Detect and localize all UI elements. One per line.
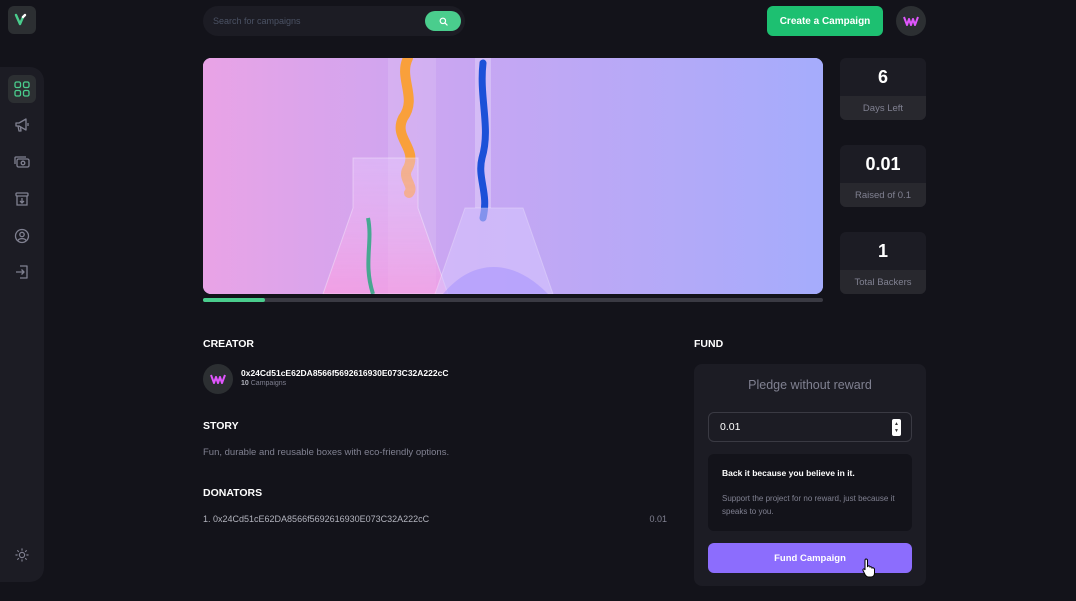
- stat-value: 1: [877, 240, 888, 261]
- profile-icon: [14, 228, 30, 244]
- search-button[interactable]: [425, 11, 461, 31]
- story-heading: Story: [203, 420, 239, 432]
- stat-label: Raised of 0.1: [840, 183, 926, 207]
- stat-raised: 0.01 Raised of 0.1: [840, 145, 926, 207]
- avatar-logo-icon: [903, 16, 919, 26]
- fund-heading: Fund: [694, 338, 724, 350]
- creator-avatar: [203, 364, 233, 394]
- theme-toggle[interactable]: [8, 541, 36, 569]
- sidebar: [0, 67, 44, 582]
- hand-cursor-icon: [862, 558, 875, 578]
- stat-days-left: 6 Days Left: [840, 58, 926, 120]
- payment-icon: [14, 156, 30, 168]
- donator-amount: 0.01: [649, 514, 667, 524]
- app-logo[interactable]: [8, 6, 36, 34]
- stat-backers: 1 Total Backers: [840, 232, 926, 294]
- sidebar-item-profile[interactable]: [8, 222, 36, 250]
- amount-input[interactable]: 0.01 ▲ ▼: [708, 412, 912, 442]
- amount-value: 0.01: [720, 421, 741, 433]
- believe-text: Support the project for no reward, just …: [722, 494, 895, 516]
- stat-label: Days Left: [840, 96, 926, 120]
- sidebar-item-payment[interactable]: [8, 148, 36, 176]
- creator-address: 0x24Cd51cE62DA8566f5692616930E073C32A222…: [241, 368, 449, 378]
- campaign-image: [203, 58, 823, 294]
- stepper-down-icon: ▼: [894, 427, 899, 434]
- believe-card: Back it because you believe in it. Suppo…: [708, 454, 912, 531]
- withdraw-icon: [15, 192, 29, 206]
- megaphone-icon: [15, 118, 29, 132]
- sidebar-item-dashboard[interactable]: [8, 75, 36, 103]
- logout-icon: [16, 265, 28, 279]
- search-icon: [439, 17, 448, 26]
- sidebar-item-campaigns[interactable]: [8, 111, 36, 139]
- stat-value: 6: [877, 66, 888, 87]
- dashboard-icon: [14, 81, 30, 97]
- amount-stepper[interactable]: ▲ ▼: [892, 419, 901, 436]
- pledge-title: Pledge without reward: [748, 378, 872, 392]
- sidebar-item-logout[interactable]: [8, 258, 36, 286]
- campaign-count-suffix: Campaigns: [250, 380, 287, 387]
- donators-heading: Donators: [203, 487, 263, 499]
- user-avatar[interactable]: [896, 6, 926, 36]
- funding-progress-fill: [203, 298, 265, 302]
- creator-campaign-count: 10 Campaigns: [241, 380, 286, 387]
- stat-label: Total Backers: [840, 270, 926, 294]
- story-text: Fun, durable and reusable boxes with eco…: [203, 447, 450, 458]
- logo-icon: [14, 13, 27, 26]
- sidebar-item-withdraw[interactable]: [8, 185, 36, 213]
- stepper-up-icon: ▲: [894, 420, 899, 427]
- fund-panel: Pledge without reward 0.01 ▲ ▼ Back it b…: [694, 364, 926, 586]
- stat-value: 0.01: [865, 153, 901, 174]
- donator-address: 1. 0x24Cd51cE62DA8566f5692616930E073C32A…: [203, 514, 430, 524]
- lab-flasks-illustration: [203, 58, 823, 294]
- funding-progress-bar: [203, 298, 823, 302]
- create-campaign-button[interactable]: Create a Campaign: [767, 6, 883, 36]
- sun-icon: [15, 548, 29, 562]
- believe-title: Back it because you believe in it.: [722, 468, 855, 478]
- search-bar: [203, 6, 465, 36]
- creator-logo-icon: [210, 374, 226, 384]
- creator-heading: Creator: [203, 338, 254, 350]
- donator-row: 1. 0x24Cd51cE62DA8566f5692616930E073C32A…: [203, 514, 667, 524]
- campaign-count: 10: [241, 380, 249, 387]
- search-input[interactable]: [213, 16, 423, 26]
- fund-campaign-button[interactable]: Fund Campaign: [708, 543, 912, 573]
